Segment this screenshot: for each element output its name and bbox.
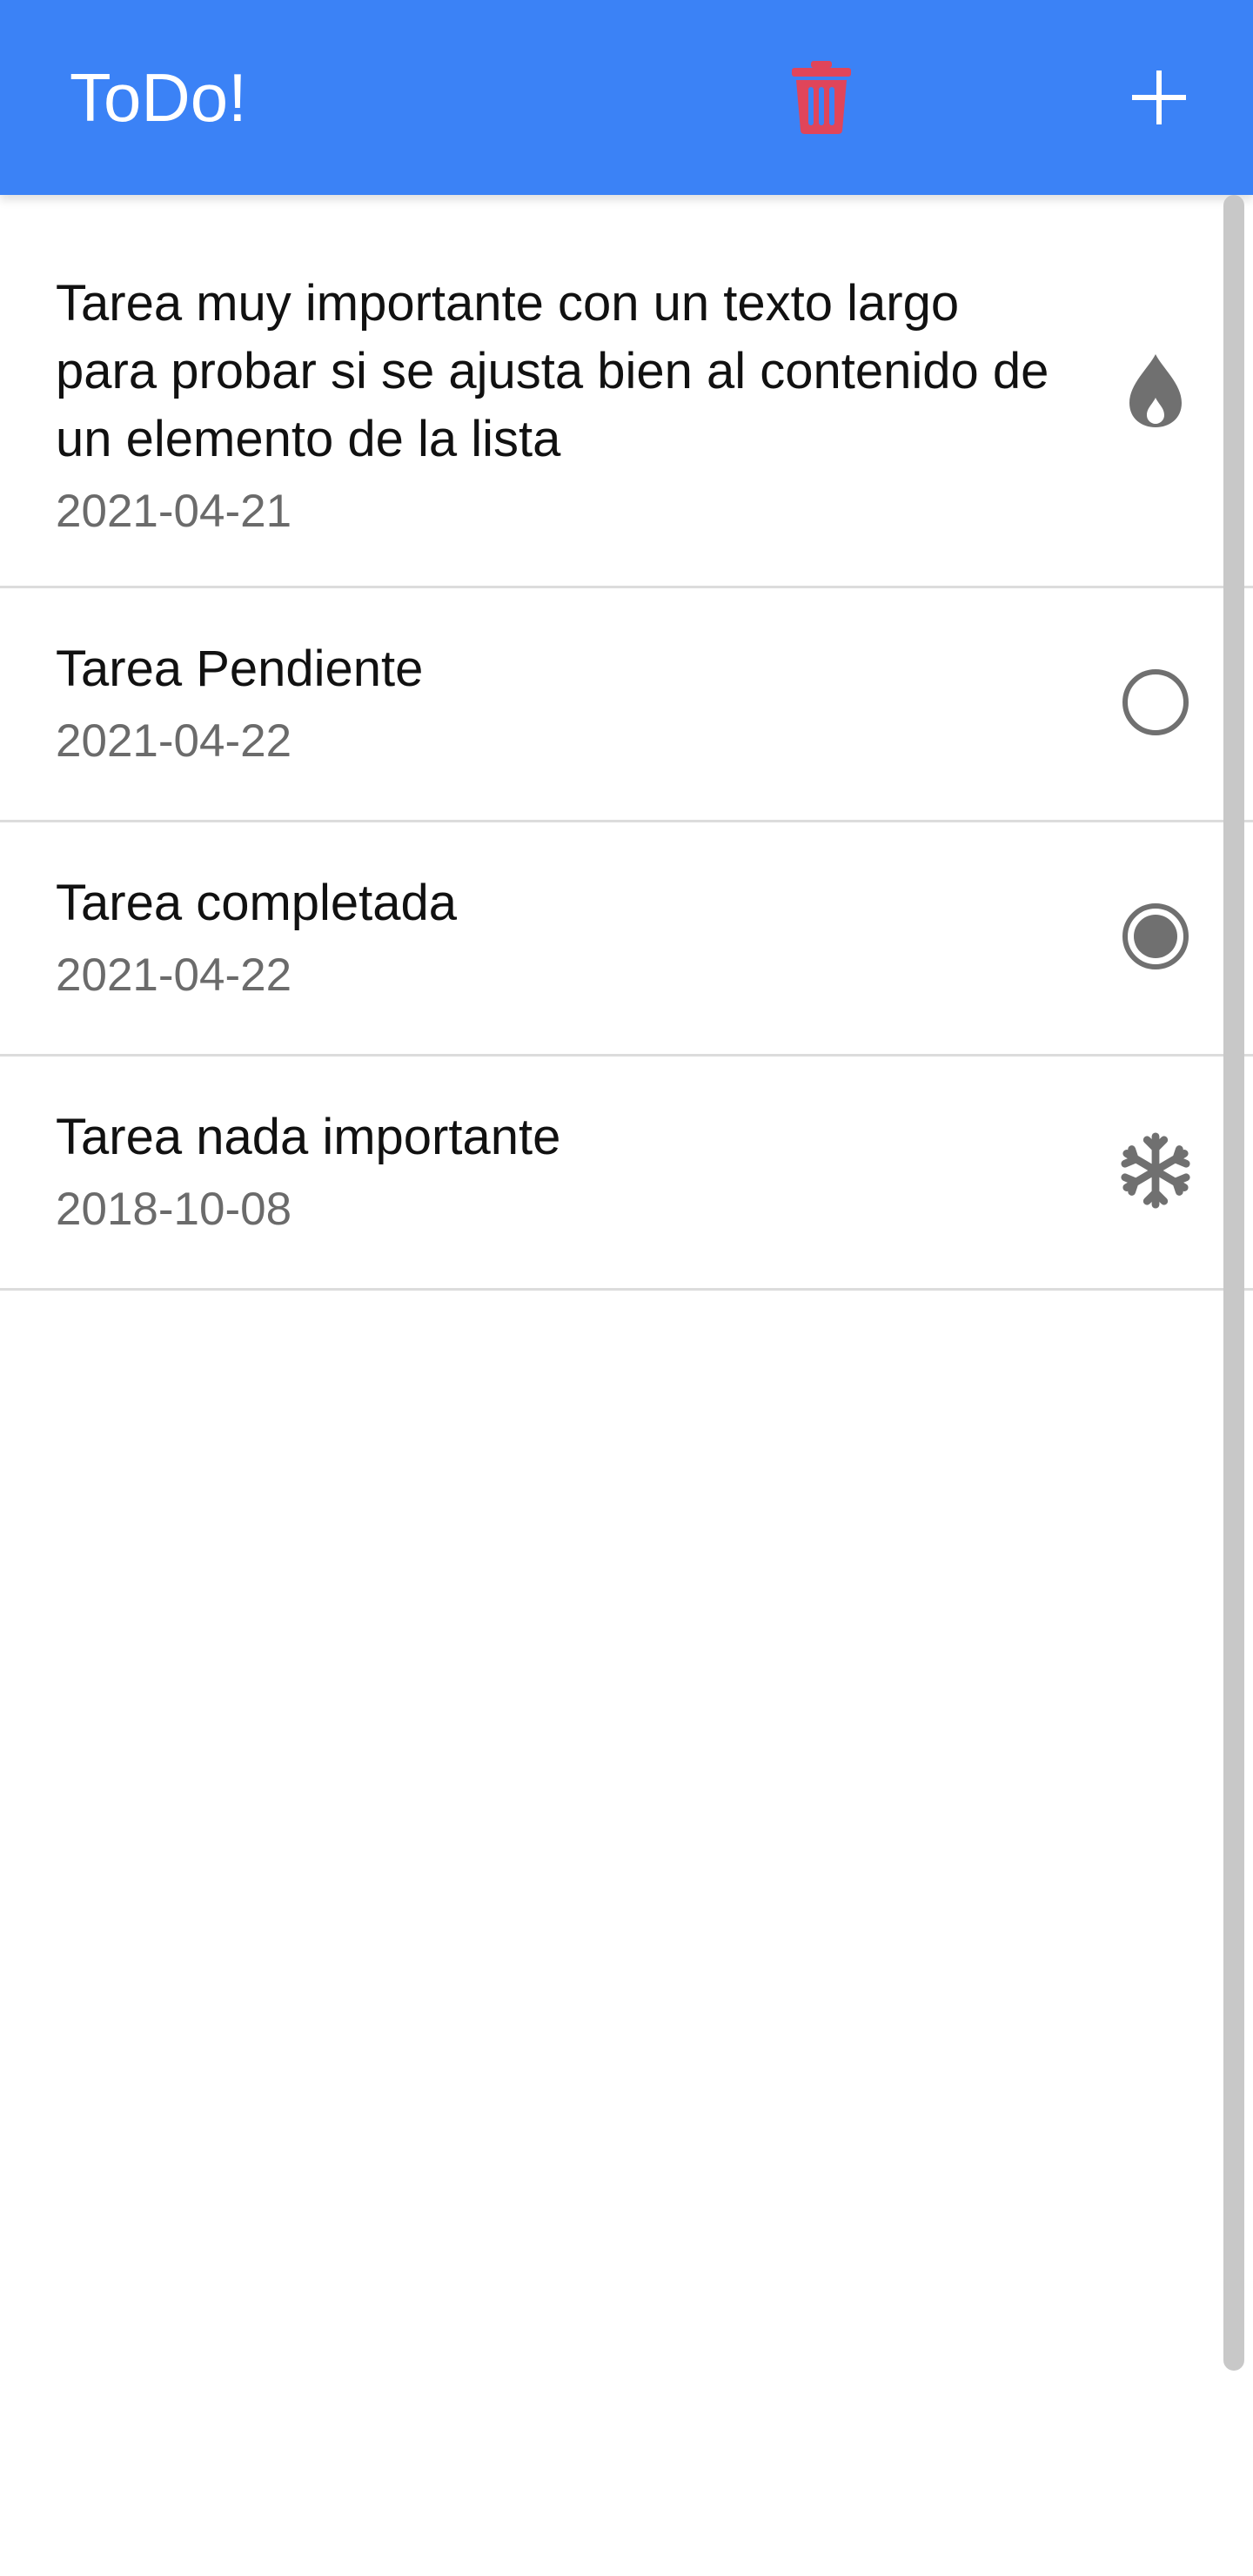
scrollbar[interactable] (1223, 195, 1244, 2371)
priority-button[interactable] (1118, 353, 1193, 428)
task-title: Tarea Pendiente (56, 641, 424, 697)
priority-button[interactable] (1118, 1132, 1193, 1209)
task-title: Tarea muy importante con un texto largo … (56, 275, 1049, 467)
app-title: ToDo! (70, 59, 247, 136)
task-date: 2021-04-21 (56, 486, 292, 537)
task-text: Tarea nada importante 2018-10-08 (56, 1104, 1065, 1241)
snowflake-icon (1121, 1132, 1190, 1209)
task-title: Tarea nada importante (56, 1109, 561, 1165)
task-item[interactable]: Tarea nada importante 2018-10-08 (0, 1057, 1253, 1291)
task-item[interactable]: Tarea muy importante con un texto largo … (0, 195, 1253, 588)
task-text: Tarea completada 2021-04-22 (56, 869, 1065, 1007)
radio-unchecked-icon (1122, 669, 1189, 735)
task-date: 2021-04-22 (56, 715, 292, 767)
task-text: Tarea Pendiente 2021-04-22 (56, 635, 1065, 773)
trash-icon (792, 61, 851, 134)
delete-button[interactable] (781, 54, 861, 141)
task-item[interactable]: Tarea completada 2021-04-22 (0, 822, 1253, 1057)
radio-checked-icon (1122, 903, 1189, 969)
status-toggle[interactable] (1118, 899, 1193, 974)
task-date: 2018-10-08 (56, 1184, 292, 1235)
flame-icon (1129, 354, 1182, 427)
task-list: Tarea muy importante con un texto largo … (0, 195, 1253, 1291)
app-bar: ToDo! (0, 0, 1253, 195)
task-item[interactable]: Tarea Pendiente 2021-04-22 (0, 588, 1253, 822)
scrollbar-thumb[interactable] (1223, 195, 1244, 2371)
add-task-button[interactable] (1116, 54, 1203, 141)
app: ToDo! Tarea muy importante con un texto … (0, 0, 1253, 2576)
task-title: Tarea completada (56, 875, 458, 931)
plus-icon (1132, 70, 1186, 124)
status-toggle[interactable] (1118, 665, 1193, 740)
task-text: Tarea muy importante con un texto largo … (56, 270, 1065, 543)
task-date: 2021-04-22 (56, 949, 292, 1001)
